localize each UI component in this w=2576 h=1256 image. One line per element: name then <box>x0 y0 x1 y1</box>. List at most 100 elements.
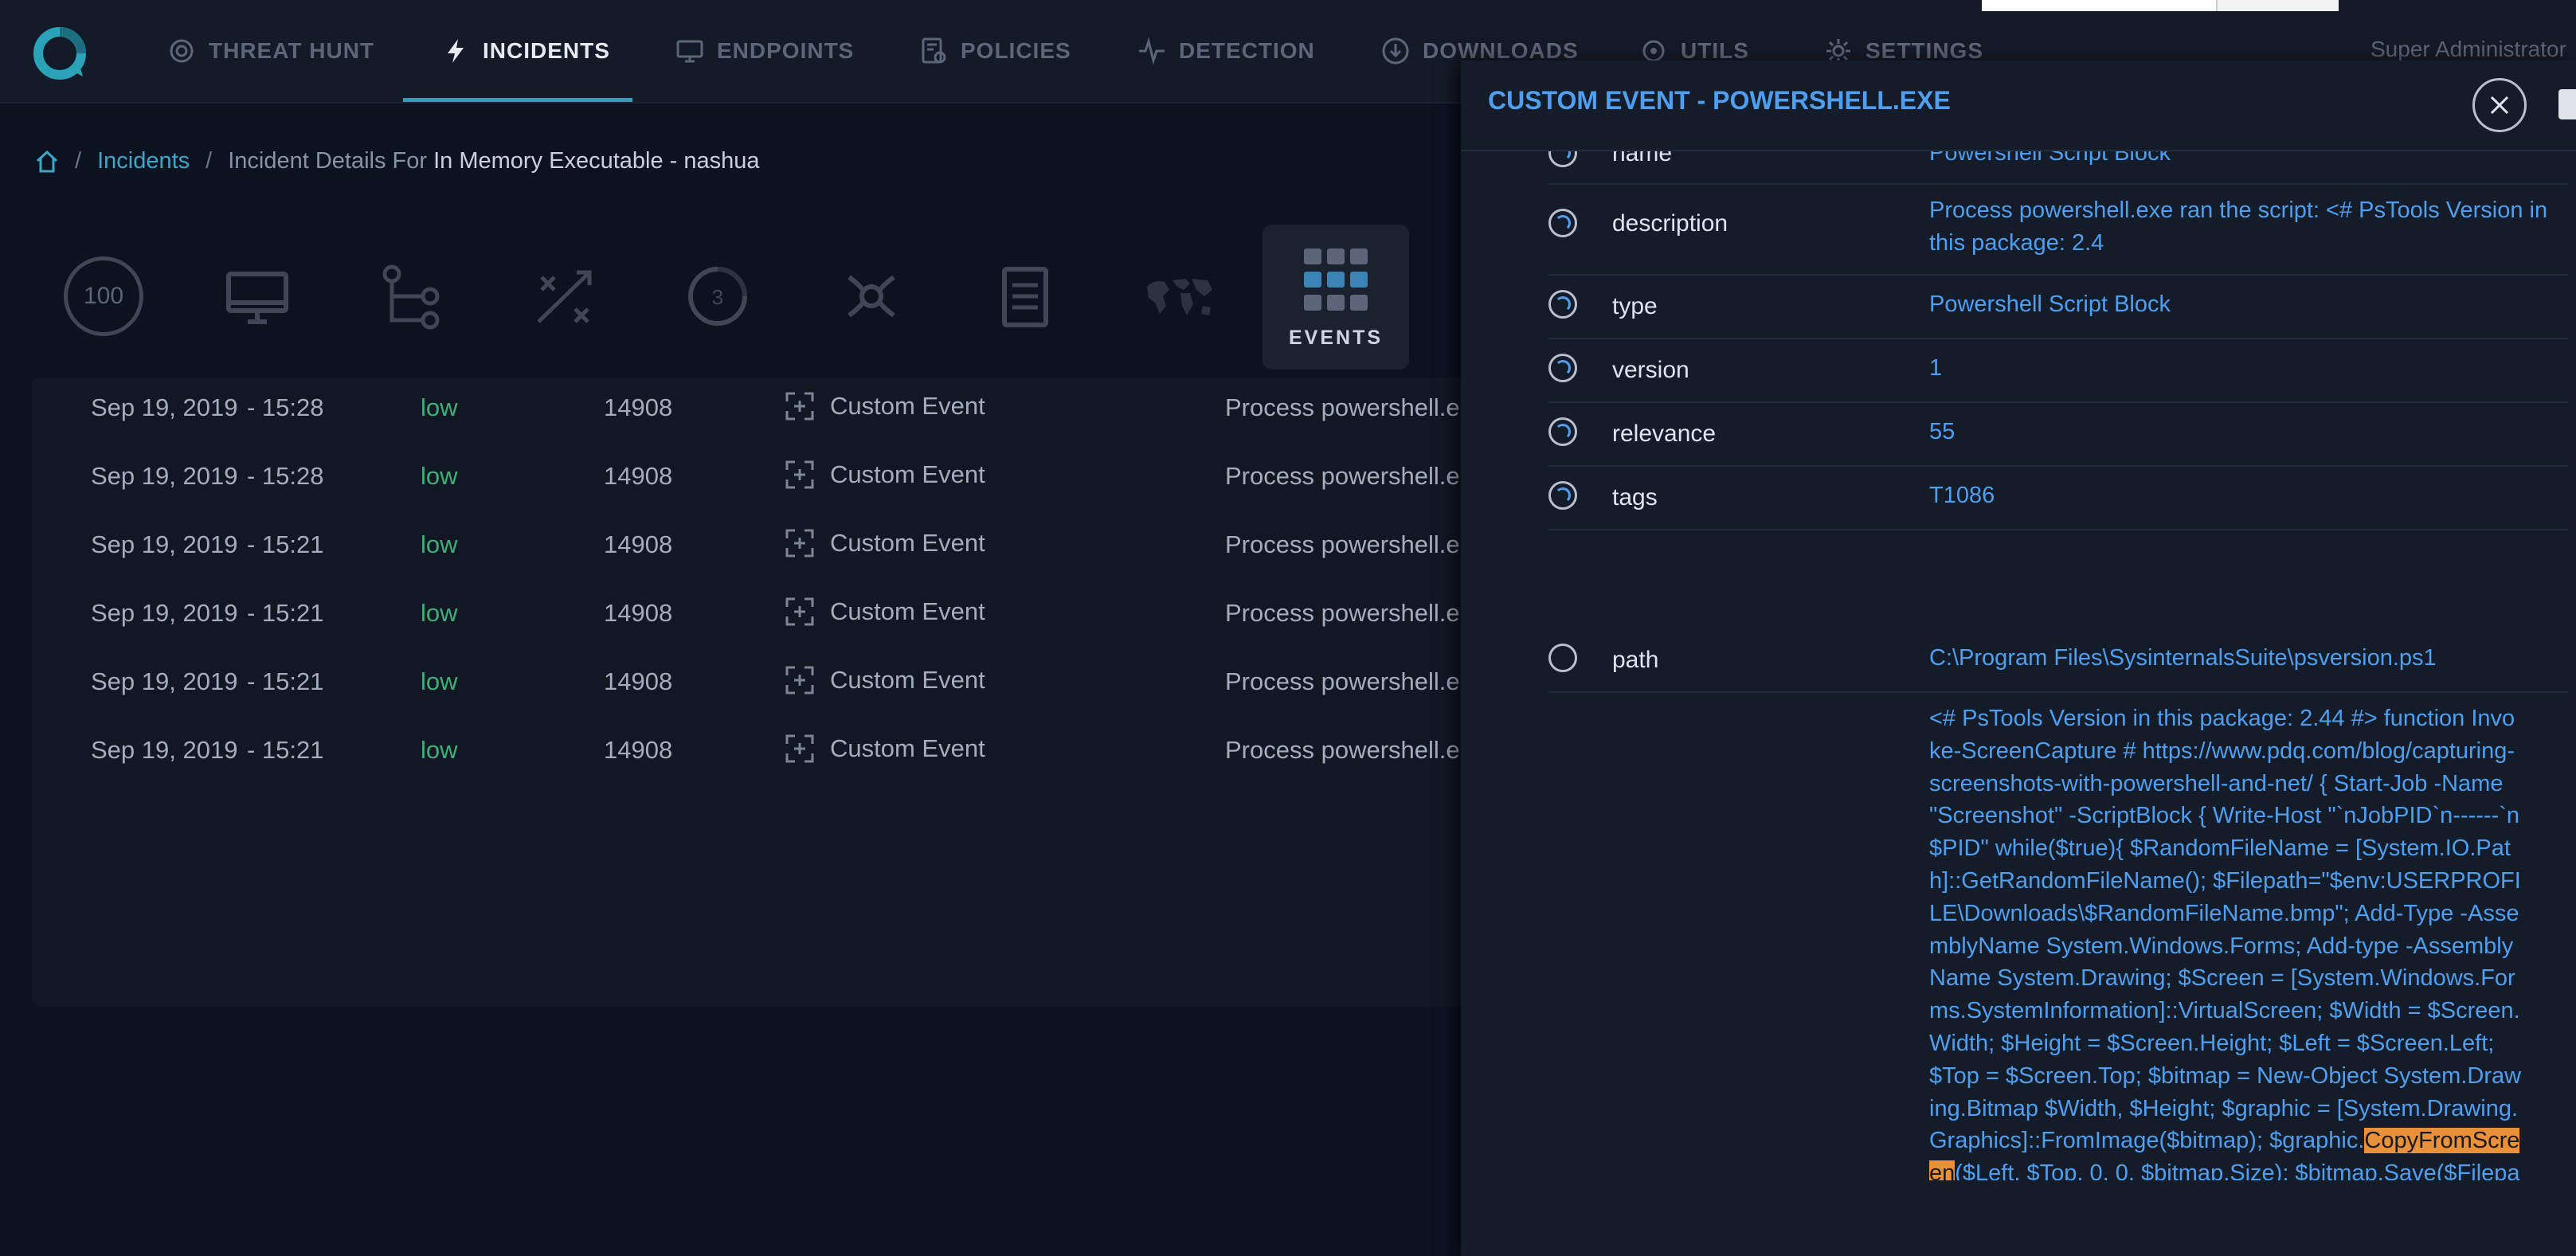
table-row[interactable]: Sep 19, 2019 - 15:21 low 14908 Custom Ev… <box>32 720 1466 788</box>
table-row[interactable]: Sep 19, 2019 - 15:28 low 14908 Custom Ev… <box>32 446 1466 515</box>
nav-incidents-label: INCIDENTS <box>483 38 610 63</box>
event-description: Process powershell.e <box>1225 530 1460 558</box>
event-severity: low <box>421 736 458 764</box>
close-icon <box>2490 96 2509 115</box>
custom-event-icon <box>785 597 814 626</box>
desktop-icon <box>226 272 288 324</box>
field-radio[interactable] <box>1548 644 1577 672</box>
script-text-after: ($Left, $Top, 0, 0, $bitmap.Size); $bitm… <box>1955 1160 2520 1180</box>
lightning-icon <box>448 39 464 63</box>
event-description: Process powershell.e <box>1225 393 1460 421</box>
field-value-relevance: 55 <box>1929 419 1955 444</box>
nav-detection-label: DETECTION <box>1179 38 1315 63</box>
event-severity: low <box>421 599 458 627</box>
nav-endpoints-label: ENDPOINTS <box>717 38 855 63</box>
tab-score[interactable]: 100 <box>32 225 175 368</box>
breadcrumb-current: Incident Details For In Memory Executabl… <box>228 148 759 174</box>
event-time: - 15:21 <box>247 530 324 558</box>
tab-process-tree[interactable] <box>339 225 483 368</box>
field-value-path: C:\Program Files\SysinternalsSuite\psver… <box>1929 645 2437 671</box>
field-value-description: Process powershell.exe ran the script: <… <box>1929 198 2548 256</box>
nav-policies-label: POLICIES <box>961 38 1071 63</box>
tab-events[interactable]: EVENTS <box>1263 225 1409 370</box>
drawer-header: CUSTOM EVENT - POWERSHELL.EXE <box>1461 61 2576 151</box>
event-date: Sep 19, 2019 <box>91 393 238 421</box>
tab-counter[interactable]: 3 <box>646 225 789 368</box>
event-description: Process powershell.e <box>1225 599 1460 627</box>
custom-event-icon <box>785 529 814 558</box>
event-type-label: Custom Event <box>830 597 985 625</box>
event-date: Sep 19, 2019 <box>91 530 238 558</box>
nav-endpoints[interactable]: ENDPOINTS <box>675 0 854 102</box>
tab-branches[interactable] <box>492 225 636 368</box>
event-type-label: Custom Event <box>830 460 985 488</box>
process-tree-icon <box>382 264 440 330</box>
field-radio[interactable] <box>1548 354 1577 382</box>
event-type-label: Custom Event <box>830 734 985 762</box>
field-radio[interactable] <box>1548 417 1577 446</box>
custom-event-icon <box>785 666 814 695</box>
field-radio[interactable] <box>1548 481 1577 510</box>
close-button[interactable] <box>2472 78 2527 132</box>
counter-value: 3 <box>712 285 723 309</box>
breadcrumb-separator: / <box>206 148 213 174</box>
event-description: Process powershell.e <box>1225 667 1460 695</box>
drawer-title: CUSTOM EVENT - POWERSHELL.EXE <box>1488 86 1951 115</box>
script-text-before: <# PsTools Version in this package: 2.44… <box>1929 706 2522 1154</box>
event-pid: 14908 <box>604 530 673 558</box>
table-row[interactable]: Sep 19, 2019 - 15:28 low 14908 Custom Ev… <box>32 378 1466 446</box>
field-row-version: version 1 <box>1548 339 2568 403</box>
nav-threat-hunt[interactable]: THREAT HUNT <box>167 0 374 102</box>
event-type-label: Custom Event <box>830 529 985 557</box>
event-type: Custom Event <box>784 390 985 422</box>
breadcrumb-incidents[interactable]: Incidents <box>97 148 190 174</box>
field-row-relevance: relevance 55 <box>1548 403 2568 467</box>
drawer-side-handle[interactable] <box>2558 89 2576 119</box>
event-type-label: Custom Event <box>830 392 985 420</box>
event-date: Sep 19, 2019 <box>91 736 238 764</box>
event-pid: 14908 <box>604 462 673 490</box>
event-type-label: Custom Event <box>830 666 985 694</box>
event-type: Custom Event <box>784 527 985 559</box>
nav-threat-hunt-label: THREAT HUNT <box>209 38 375 63</box>
nav-incidents[interactable]: INCIDENTS <box>403 0 632 102</box>
breadcrumb-details-prefix: Incident Details For <box>228 148 428 174</box>
notes-icon <box>1002 267 1048 327</box>
event-detail-drawer: CUSTOM EVENT - POWERSHELL.EXE name Power… <box>1461 61 2576 1256</box>
table-row[interactable]: Sep 19, 2019 - 15:21 low 14908 Custom Ev… <box>32 515 1466 583</box>
nav-policies[interactable]: POLICIES <box>919 0 1071 102</box>
monitor-icon <box>676 40 703 63</box>
app-logo-icon[interactable] <box>30 24 89 83</box>
event-description: Process powershell.e <box>1225 462 1460 490</box>
top-search-button[interactable] <box>2216 0 2339 11</box>
breadcrumb: / Incidents / Incident Details For In Me… <box>35 148 760 174</box>
nav-detection[interactable]: DETECTION <box>1137 0 1315 102</box>
event-pid: 14908 <box>604 667 673 695</box>
table-row[interactable]: Sep 19, 2019 - 15:21 low 14908 Custom Ev… <box>32 651 1466 720</box>
custom-event-icon <box>785 734 814 763</box>
field-radio[interactable] <box>1548 290 1577 319</box>
breadcrumb-separator: / <box>75 148 82 174</box>
counter-icon: 3 <box>688 267 747 326</box>
tab-threats[interactable] <box>800 225 943 368</box>
download-icon <box>1382 37 1409 65</box>
event-type: Custom Event <box>784 596 985 628</box>
event-time: - 15:28 <box>247 462 324 490</box>
events-table: Sep 19, 2019 - 15:28 low 14908 Custom Ev… <box>32 378 1466 1007</box>
events-grid-icon <box>1304 248 1368 311</box>
event-severity: low <box>421 667 458 695</box>
custom-event-icon <box>785 392 814 421</box>
event-pid: 14908 <box>604 599 673 627</box>
event-date: Sep 19, 2019 <box>91 462 238 490</box>
user-name[interactable]: Super Administrator <box>2370 37 2566 62</box>
event-severity: low <box>421 393 458 421</box>
table-row[interactable]: Sep 19, 2019 - 15:21 low 14908 Custom Ev… <box>32 583 1466 651</box>
tab-geo[interactable] <box>1107 225 1251 368</box>
home-icon[interactable] <box>35 150 59 174</box>
tab-endpoint[interactable] <box>186 225 329 368</box>
field-key-description: description <box>1612 210 1728 237</box>
tab-notes[interactable] <box>953 225 1097 368</box>
custom-event-icon <box>785 460 814 489</box>
script-content: <# PsTools Version in this package: 2.44… <box>1929 702 2525 1180</box>
field-radio[interactable] <box>1548 209 1577 237</box>
